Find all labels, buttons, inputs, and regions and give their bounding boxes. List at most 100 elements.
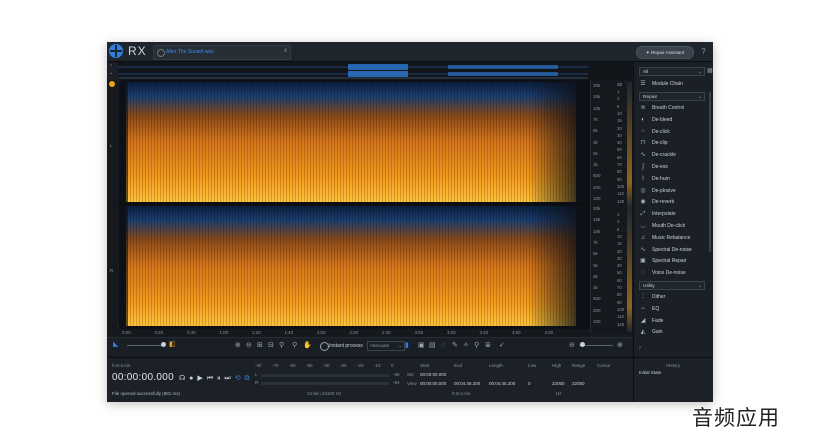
monitor-icon[interactable]: ⧉ <box>245 375 251 382</box>
module-icon: ◌ <box>641 270 645 277</box>
db-label: 80 <box>617 169 622 175</box>
db-label: 90 <box>617 176 622 182</box>
module-filter-select[interactable]: All ⌄ <box>639 67 705 76</box>
zoom-selection-icon[interactable]: ⊞ <box>257 341 263 351</box>
previous-icon[interactable]: ⏮ <box>207 375 214 382</box>
zoom-in-icon[interactable]: ⊕ <box>235 341 241 351</box>
find-similar-icon[interactable]: ⚲ <box>474 341 479 351</box>
module-icon: ♫ <box>640 234 646 241</box>
marquee-selection-icon[interactable]: ▣ <box>418 341 425 351</box>
time-selection-icon[interactable]: ▮ <box>405 341 409 351</box>
frequency-selection-icon[interactable]: ▤ <box>429 341 436 351</box>
module-item-spectral-repair[interactable]: ▣ Spectral Repair <box>639 256 709 267</box>
timeline-label: 4:20 <box>544 330 554 335</box>
headphones-icon[interactable]: ☊ <box>179 375 186 382</box>
spectrogram-area[interactable]: L R 20k 15k 10k 7k 5k 3k 2k 1k 500 200 1… <box>107 80 633 337</box>
module-item-de-clip[interactable]: ⊓ De-clip <box>639 138 709 149</box>
module-icon: ◡ <box>640 223 646 229</box>
view-end[interactable]: 00:04:45.200 <box>454 381 480 386</box>
overview-collapse-control[interactable]: ⌃ ⌄ <box>107 62 118 80</box>
next-icon[interactable]: ⏭ <box>224 375 231 382</box>
module-item-fade[interactable]: ◢ Fade <box>639 316 709 327</box>
module-item-mouth-de-click[interactable]: ◡ Mouth De-click <box>639 221 709 232</box>
waveform-overview[interactable]: ⌃ ⌄ <box>107 62 632 81</box>
module-item-breath-control[interactable]: ≋ Breath Control <box>639 103 709 114</box>
range-label: Range <box>572 363 586 368</box>
pause-icon[interactable]: ⏸ <box>217 375 222 382</box>
playback-speed-handle[interactable] <box>161 342 166 347</box>
loop-icon[interactable]: ⟲ <box>235 375 242 382</box>
repair-assistant-button[interactable]: ✦ Repair Assistant <box>636 46 694 59</box>
module-item-eq[interactable]: ∽ EQ <box>639 304 709 315</box>
module-item-dither[interactable]: ⁚ Dither <box>639 292 709 303</box>
spectrogram-mode-icon[interactable]: ◧ <box>169 340 176 350</box>
view-length[interactable]: 00:04:45.200 <box>489 381 515 386</box>
zoom-tool-icon[interactable]: ⚲ <box>279 341 284 351</box>
timeline-label: 2:20 <box>349 330 359 335</box>
freq-zoom-handle[interactable] <box>580 342 585 347</box>
module-icon: ⤢ <box>640 211 646 218</box>
module-item-de-hum[interactable]: ⌇ De-hum <box>639 174 709 185</box>
zoom-fit-icon[interactable]: ⊟ <box>268 341 274 351</box>
frequency-scale[interactable]: 20k 15k 10k 7k 5k 3k 2k 1k 500 200 100 20k 15k 10k 7k 5… <box>590 80 633 333</box>
play-icon[interactable]: ▶ <box>197 375 203 382</box>
selection-start[interactable]: 00:00:00.000 <box>420 372 446 377</box>
view-high[interactable]: 22050 <box>552 381 565 386</box>
help-icon[interactable]: ? <box>698 46 709 57</box>
timeline-ruler[interactable]: 0:00 0:20 0:40 1:00 1:20 1:40 2:00 2:20 2:40 3:00… <box>118 329 590 337</box>
sidebar-scrollbar[interactable] <box>709 92 711 252</box>
module-item-gain[interactable]: ◭ Gain <box>639 327 709 338</box>
history-item[interactable]: Initial State <box>639 370 661 375</box>
instant-process-mode-select[interactable]: Attenuate ⌄ <box>367 341 405 351</box>
frequency-label: 5k <box>593 128 598 134</box>
playback-speed-slider[interactable] <box>127 345 165 346</box>
module-item-de-bleed[interactable]: ◐ De-bleed <box>639 115 709 126</box>
instant-process-toggle[interactable] <box>320 342 329 351</box>
timeline-label: 0:00 <box>122 330 131 335</box>
freq-zoom-out-icon[interactable]: ⊖ <box>569 341 575 351</box>
module-item-interpolate[interactable]: ⤢ Interpolate <box>639 209 709 220</box>
module-item-spectral-de-noise[interactable]: ∿ Spectral De-noise <box>639 245 709 256</box>
zoom-out-icon[interactable]: ⊖ <box>246 341 252 351</box>
db-label: 30 <box>617 132 622 138</box>
db-label: dB <box>617 82 623 87</box>
repair-group-header[interactable]: Repair ⌄ <box>639 92 705 101</box>
view-start[interactable]: 00:00:00.000 <box>420 381 446 386</box>
module-icon: ⁘ <box>640 128 646 135</box>
module-item-de-reverb[interactable]: ◉ De-reverb <box>639 197 709 208</box>
meter-scale-label: -20 <box>357 363 364 368</box>
grid-view-icon[interactable]: ▦ <box>707 67 713 76</box>
module-sidebar: All ⌄ ▦ ☰ Module Chain Repair ⌄ ≋ Breath Co… <box>633 62 713 357</box>
spectrogram-display[interactable] <box>118 80 590 329</box>
module-item-voice-de-noise[interactable]: ◌ Voice De-noise <box>639 268 709 279</box>
start-label: Start <box>420 363 430 368</box>
frequency-label: 5k <box>593 251 598 257</box>
module-item-de-crackle[interactable]: ∿ De-crackle <box>639 150 709 161</box>
hand-icon[interactable]: ✋ <box>303 341 312 351</box>
view-low[interactable]: 0 <box>528 381 531 386</box>
module-item-de-ess[interactable]: ʃ De-ess <box>639 162 709 173</box>
peak-right-value: -94 <box>393 380 400 385</box>
overview-waveform <box>118 64 588 79</box>
play-cursor-icon[interactable]: ◣ <box>113 340 118 350</box>
file-tab[interactable]: After The Sunset.wav x <box>153 45 291 60</box>
magnify-icon[interactable]: ⚲ <box>292 341 297 351</box>
checkmark-icon[interactable]: ✓ <box>499 341 505 351</box>
module-chain-button[interactable]: ☰ Module Chain <box>639 79 709 90</box>
magic-wand-icon[interactable]: ✧ <box>463 341 469 351</box>
freq-zoom-in-icon[interactable]: ⊕ <box>617 341 623 351</box>
harmonic-selection-icon[interactable]: ≣ <box>485 341 491 351</box>
playhead-marker-icon[interactable] <box>109 81 115 87</box>
record-icon[interactable]: ● <box>189 375 194 382</box>
module-item-de-click[interactable]: ⁘ De-click <box>639 127 709 138</box>
view-range[interactable]: 22050 <box>572 381 585 386</box>
time-format-select[interactable]: h:m:s.ms <box>112 363 130 368</box>
chevron-right-icon[interactable]: › <box>639 345 641 351</box>
module-item-music-rebalance[interactable]: ♫ Music Rebalance <box>639 233 709 244</box>
lasso-icon[interactable]: ◌ <box>441 341 445 351</box>
timeline-label: 3:40 <box>479 330 489 335</box>
brush-icon[interactable]: ✎ <box>452 341 458 351</box>
utility-group-header[interactable]: Utility ⌄ <box>639 281 705 290</box>
module-item-de-plosive[interactable]: ◎ De-plosive <box>639 186 709 197</box>
close-tab-icon[interactable]: x <box>284 46 287 57</box>
